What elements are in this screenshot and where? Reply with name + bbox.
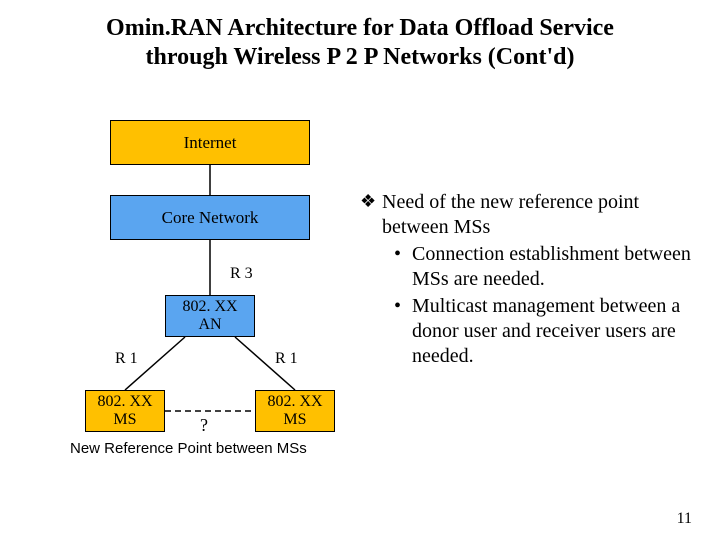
an-label-1: 802. XX — [182, 298, 237, 316]
ms-right-box: 802. XX MS — [255, 390, 335, 432]
bullet-sub-list: • Connection establishment between MSs a… — [394, 242, 700, 369]
ms1-label-1: 802. XX — [97, 393, 152, 411]
bullet-main: ❖ Need of the new reference point betwee… — [360, 190, 700, 240]
internet-label: Internet — [184, 133, 237, 153]
ms2-label-1: 802. XX — [267, 393, 322, 411]
core-network-box: Core Network — [110, 195, 310, 240]
bullet-sub-item: • Connection establishment between MSs a… — [394, 242, 700, 292]
r1-left-label: R 1 — [115, 350, 138, 368]
title-line2: through Wireless P 2 P Networks (Cont'd) — [0, 43, 720, 72]
architecture-diagram: Internet Core Network 802. XX AN 802. XX… — [80, 110, 350, 490]
an-box: 802. XX AN — [165, 295, 255, 337]
page-number: 11 — [677, 510, 692, 528]
bullet-sub-text: Connection establishment between MSs are… — [412, 242, 700, 292]
title-line1: Omin.RAN Architecture for Data Offload S… — [0, 14, 720, 43]
ms-left-box: 802. XX MS — [85, 390, 165, 432]
core-label: Core Network — [162, 208, 259, 228]
ms1-label-2: MS — [97, 411, 152, 429]
slide-title: Omin.RAN Architecture for Data Offload S… — [0, 14, 720, 72]
bullet-sub-item: • Multicast management between a donor u… — [394, 294, 700, 369]
ms2-label-2: MS — [267, 411, 322, 429]
bullet-sub-text: Multicast management between a donor use… — [412, 294, 700, 369]
new-reference-caption: New Reference Point between MSs — [70, 440, 350, 459]
internet-box: Internet — [110, 120, 310, 165]
an-label-2: AN — [182, 316, 237, 334]
bullet-list: ❖ Need of the new reference point betwee… — [360, 190, 700, 369]
dot-bullet-icon: • — [394, 294, 412, 369]
r3-label: R 3 — [230, 265, 253, 283]
r1-right-label: R 1 — [275, 350, 298, 368]
bullet-main-text: Need of the new reference point between … — [382, 190, 700, 240]
diamond-bullet-icon: ❖ — [360, 190, 382, 240]
question-mark-label: ? — [200, 415, 208, 436]
dot-bullet-icon: • — [394, 242, 412, 292]
